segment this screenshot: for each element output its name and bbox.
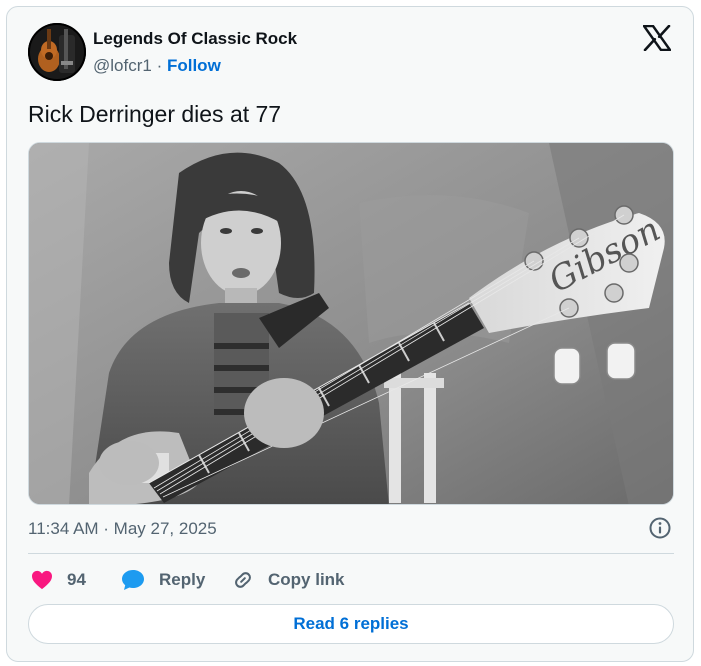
divider [28,553,674,554]
copy-link-button[interactable]: Copy link [232,567,345,593]
meta-separator: · [156,56,163,75]
reply-button[interactable]: Reply [121,567,205,593]
read-replies-label: Read 6 replies [293,614,409,633]
avatar[interactable] [28,23,86,81]
like-count: 94 [67,570,86,589]
tweet-timestamp[interactable]: 11:34 AM · May 27, 2025 [28,519,217,539]
author-handle[interactable]: @lofcr1 [93,56,152,75]
follow-link[interactable]: Follow [167,56,221,75]
like-button[interactable]: 94 [31,567,86,593]
read-replies-button[interactable]: Read 6 replies [28,604,674,644]
author-name[interactable]: Legends Of Classic Rock [93,29,297,49]
heart-icon [32,570,52,590]
tweet-photo[interactable]: Gibson [28,142,674,505]
x-logo-icon[interactable] [642,24,672,52]
copy-link-label: Copy link [268,570,345,589]
info-icon[interactable] [648,516,672,540]
link-icon [235,572,251,588]
reply-bubble-icon [122,570,144,590]
reply-label: Reply [159,570,206,589]
tweet-card: Legends Of Classic Rock @lofcr1 · Follow… [6,6,694,662]
tweet-text: Rick Derringer dies at 77 [28,101,282,127]
author-meta: @lofcr1 · Follow [93,56,221,76]
